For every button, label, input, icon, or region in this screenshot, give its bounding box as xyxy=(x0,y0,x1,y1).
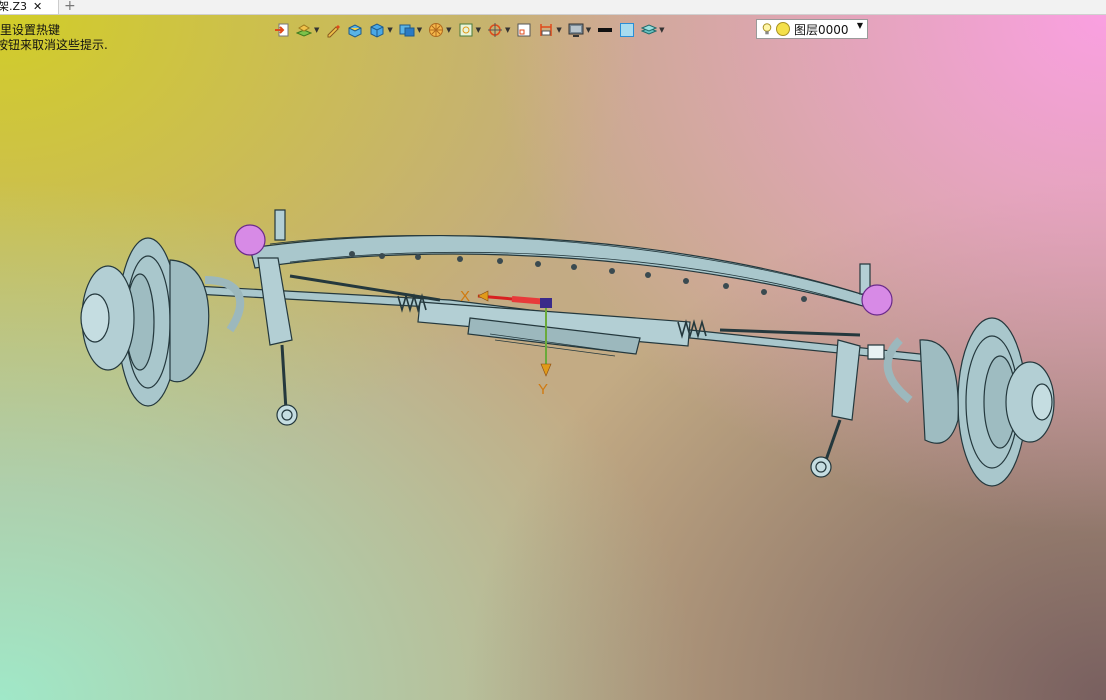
chevron-down-icon[interactable]: ▼ xyxy=(586,26,591,34)
view-cube-icon xyxy=(399,24,415,37)
block-button[interactable] xyxy=(347,22,363,38)
add-tab-icon[interactable]: + xyxy=(64,0,76,14)
chevron-down-icon[interactable]: ▼ xyxy=(857,21,863,30)
frame-button[interactable]: ▼ xyxy=(458,22,481,38)
chevron-down-icon[interactable]: ▼ xyxy=(417,26,422,34)
wheel-icon xyxy=(429,23,444,37)
pen-icon xyxy=(327,25,341,38)
block-icon xyxy=(348,24,362,38)
tab-bar: 架.Z3 ✕ + xyxy=(0,0,1106,15)
chevron-down-icon[interactable]: ▼ xyxy=(476,26,481,34)
view-cube-button[interactable]: ▼ xyxy=(399,22,422,38)
fill-color-button[interactable] xyxy=(619,22,635,38)
dimension-button[interactable]: ▼ xyxy=(538,22,562,38)
fill-color-icon xyxy=(620,23,635,37)
chevron-down-icon[interactable]: ▼ xyxy=(659,26,664,34)
layers-icon xyxy=(296,24,312,37)
cube-icon xyxy=(370,23,384,38)
lightbulb-icon xyxy=(762,23,772,35)
display-icon xyxy=(568,23,584,37)
frame-icon xyxy=(459,23,473,37)
close-icon[interactable]: ✕ xyxy=(33,0,42,14)
layer-stack-icon xyxy=(641,24,658,35)
left-strut xyxy=(257,257,293,346)
layer-stack-button[interactable]: ▼ xyxy=(641,22,665,38)
line-color-icon xyxy=(598,28,613,32)
left-pivot-marker xyxy=(234,224,266,256)
display-button[interactable]: ▼ xyxy=(568,22,591,38)
wheel-button[interactable]: ▼ xyxy=(428,22,452,38)
pen-button[interactable] xyxy=(325,22,341,38)
y-axis-label: Y xyxy=(538,381,548,398)
right-pivot-marker xyxy=(861,284,893,316)
chevron-down-icon[interactable]: ▼ xyxy=(446,26,451,34)
tab-title: 架.Z3 xyxy=(0,0,28,13)
snap-target-icon xyxy=(487,23,502,37)
sketch-icon xyxy=(517,23,531,37)
suspension-model[interactable]: X Y xyxy=(0,0,1106,700)
x-axis-label: X xyxy=(460,288,470,305)
line-color-button[interactable] xyxy=(597,22,613,38)
import-button[interactable] xyxy=(274,22,290,38)
document-tab[interactable]: 架.Z3 ✕ xyxy=(0,0,59,14)
chevron-down-icon[interactable]: ▼ xyxy=(556,26,561,34)
cube-button[interactable]: ▼ xyxy=(369,22,393,38)
chevron-down-icon[interactable]: ▼ xyxy=(387,26,392,34)
hint-text-line2: 按钮来取消这些提示. xyxy=(0,38,108,52)
layers-button[interactable]: ▼ xyxy=(296,22,319,38)
hint-text-line1: 里设置热键 xyxy=(0,23,61,37)
floating-toolbar: ▼ ▼ ▼ ▼ ▼ ▼ ▼ ▼ ▼ xyxy=(274,19,671,41)
layer-selector[interactable]: 图层0000 ▼ xyxy=(756,19,868,39)
import-icon xyxy=(275,23,289,37)
sketch-button[interactable] xyxy=(516,22,532,38)
snap-button[interactable]: ▼ xyxy=(487,22,510,38)
dimension-icon xyxy=(540,24,553,36)
layer-name: 图层0000 xyxy=(794,22,849,37)
chevron-down-icon[interactable]: ▼ xyxy=(505,26,510,34)
chevron-down-icon[interactable]: ▼ xyxy=(314,26,319,34)
layer-color-icon xyxy=(776,22,790,36)
